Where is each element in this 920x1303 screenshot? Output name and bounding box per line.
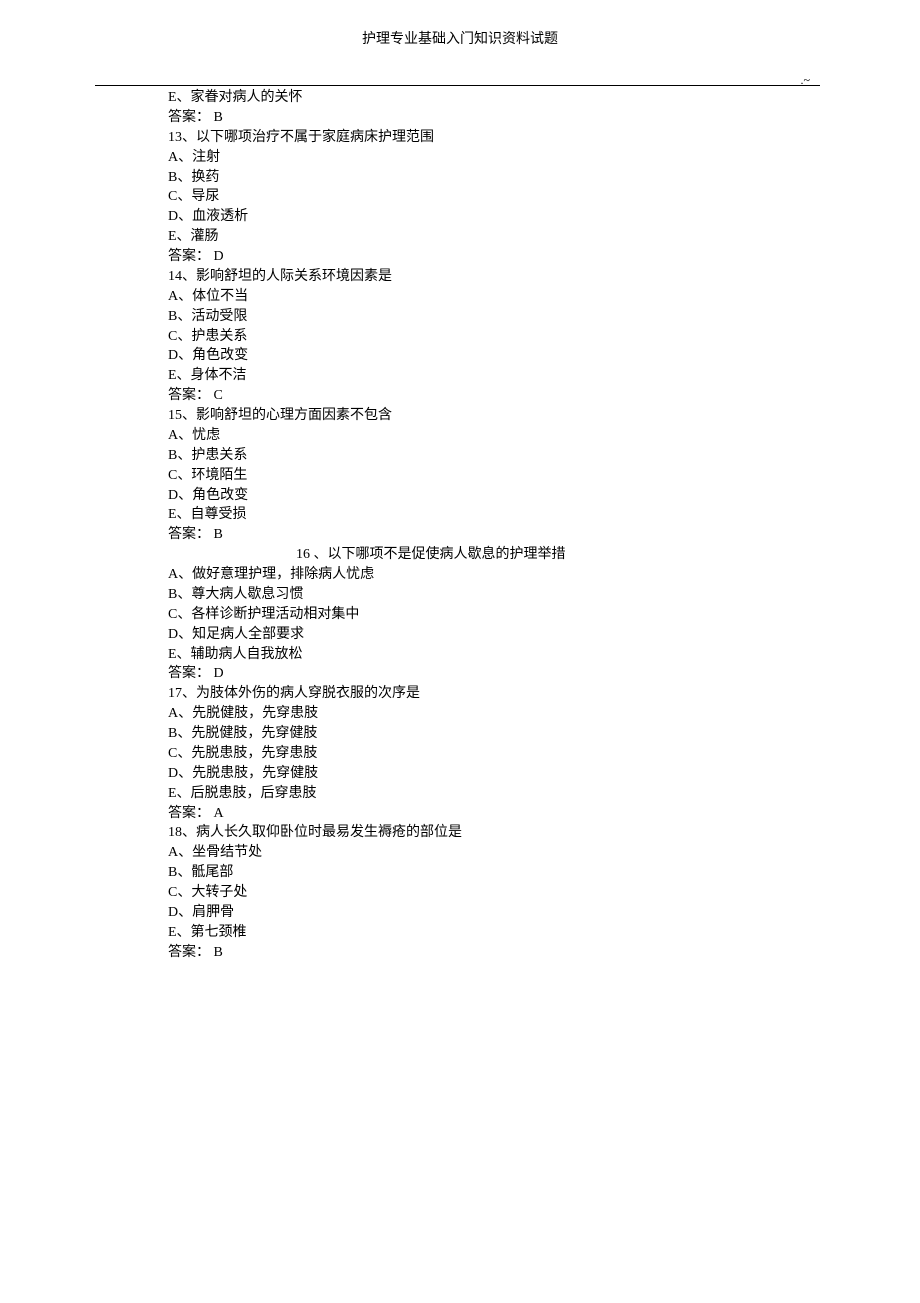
question-stem: 15、影响舒坦的心理方面因素不包含 (168, 406, 820, 426)
question-option: B、换药 (168, 168, 820, 188)
question-option: A、坐骨结节处 (168, 843, 820, 863)
question-option: A、体位不当 (168, 287, 820, 307)
question-option: C、环境陌生 (168, 466, 820, 486)
question-answer: 答案： B (168, 943, 820, 963)
question-option: D、角色改变 (168, 486, 820, 506)
question-option: B、先脱健肢，先穿健肢 (168, 724, 820, 744)
question-stem: 16 、以下哪项不是促使病人歇息的护理举措 (296, 545, 820, 565)
question-option: E、身体不洁 (168, 366, 820, 386)
document-body: E、家眷对病人的关怀答案： B13、以下哪项治疗不属于家庭病床护理范围A、注射B… (168, 88, 820, 963)
question-stem: 13、以下哪项治疗不属于家庭病床护理范围 (168, 128, 820, 148)
question-option: D、血液透析 (168, 207, 820, 227)
question-option: E、第七颈椎 (168, 923, 820, 943)
question-option: E、自尊受损 (168, 505, 820, 525)
question-option: C、导尿 (168, 187, 820, 207)
question-option: D、知足病人全部要求 (168, 625, 820, 645)
question-option: C、先脱患肢，先穿患肢 (168, 744, 820, 764)
question-answer: 答案： C (168, 386, 820, 406)
question-option: A、忧虑 (168, 426, 820, 446)
question-option: B、尊大病人歇息习惯 (168, 585, 820, 605)
question-option: B、护患关系 (168, 446, 820, 466)
question-option: A、做好意理护理，排除病人忧虑 (168, 565, 820, 585)
question-answer: 答案： A (168, 804, 820, 824)
question-option: E、后脱患肢，后穿患肢 (168, 784, 820, 804)
question-option: A、先脱健肢，先穿患肢 (168, 704, 820, 724)
question-answer: 答案： D (168, 247, 820, 267)
question-option: B、骶尾部 (168, 863, 820, 883)
question-option: A、注射 (168, 148, 820, 168)
question-answer: 答案： B (168, 525, 820, 545)
divider (95, 85, 820, 86)
question-answer: 答案： D (168, 664, 820, 684)
question-stem: 17、为肢体外伤的病人穿脱衣服的次序是 (168, 684, 820, 704)
question-option: E、灌肠 (168, 227, 820, 247)
question-option: C、大转子处 (168, 883, 820, 903)
question-answer: 答案： B (168, 108, 820, 128)
question-option: B、活动受限 (168, 307, 820, 327)
question-option: C、护患关系 (168, 327, 820, 347)
question-option: C、各样诊断护理活动相对集中 (168, 605, 820, 625)
question-stem: 14、影响舒坦的人际关系环境因素是 (168, 267, 820, 287)
question-option: E、家眷对病人的关怀 (168, 88, 820, 108)
question-option: D、先脱患肢，先穿健肢 (168, 764, 820, 784)
page-header-title: 护理专业基础入门知识资料试题 (0, 0, 920, 88)
question-stem: 18、病人长久取仰卧位时最易发生褥疮的部位是 (168, 823, 820, 843)
question-option: D、角色改变 (168, 346, 820, 366)
question-option: E、辅助病人自我放松 (168, 645, 820, 665)
question-option: D、肩胛骨 (168, 903, 820, 923)
